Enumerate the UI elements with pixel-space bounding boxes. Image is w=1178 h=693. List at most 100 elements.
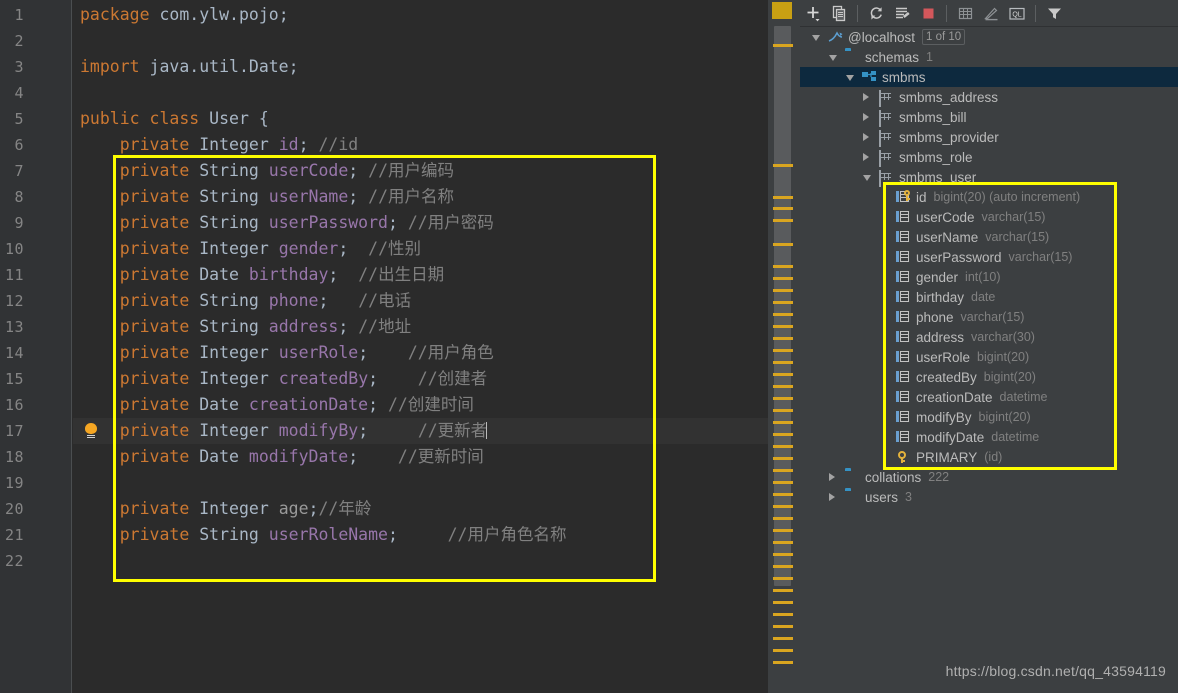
code-line[interactable]: private Integer age;//年龄 xyxy=(80,496,372,522)
warning-marker[interactable] xyxy=(773,637,793,640)
warning-marker[interactable] xyxy=(773,601,793,604)
warning-marker[interactable] xyxy=(773,373,793,376)
tree-column-row[interactable]: creationDate datetime xyxy=(800,387,1178,407)
code-line[interactable]: private Date creationDate; //创建时间 xyxy=(80,392,474,418)
warning-marker[interactable] xyxy=(773,433,793,436)
warning-marker[interactable] xyxy=(773,529,793,532)
code-line[interactable]: private Integer createdBy; //创建者 xyxy=(80,366,487,392)
tree-node-row[interactable]: users 3 xyxy=(800,487,1178,507)
chevron-down-icon[interactable] xyxy=(863,175,871,181)
warning-marker[interactable] xyxy=(773,207,793,210)
warning-marker[interactable] xyxy=(773,589,793,592)
tree-node-row[interactable]: smbms_bill xyxy=(800,107,1178,127)
database-toolbar[interactable]: QL xyxy=(800,0,1178,27)
code-line[interactable]: private Integer modifyBy; //更新者 xyxy=(80,418,488,444)
chevron-right-icon[interactable] xyxy=(829,473,835,481)
warning-marker[interactable] xyxy=(773,337,793,340)
duplicate-icon[interactable] xyxy=(826,0,852,26)
warning-marker[interactable] xyxy=(773,445,793,448)
code-editor[interactable]: 1 2 3 4 5 6 7 8 9 10 11 12 13 14 15 16 17 18 19 20 21 22 pack… xyxy=(0,0,768,693)
warning-marker[interactable] xyxy=(773,565,793,568)
warning-marker[interactable] xyxy=(773,577,793,580)
tree-column-row[interactable]: id bigint(20) (auto increment) xyxy=(800,187,1178,207)
warning-marker[interactable] xyxy=(773,649,793,652)
tree-column-row[interactable]: phone varchar(15) xyxy=(800,307,1178,327)
warning-marker[interactable] xyxy=(773,625,793,628)
code-line[interactable]: public class User { xyxy=(80,106,269,132)
database-tool-window[interactable]: QL @localhost 1 of 10 schemas 1 smbms smbms_a… xyxy=(800,0,1178,693)
warning-marker[interactable] xyxy=(773,541,793,544)
tree-column-row[interactable]: userRole bigint(20) xyxy=(800,347,1178,367)
chevron-right-icon[interactable] xyxy=(829,493,835,501)
tree-node-row[interactable]: schemas 1 xyxy=(800,47,1178,67)
chevron-down-icon[interactable] xyxy=(846,75,854,81)
code-line[interactable]: private String userCode; //用户编码 xyxy=(80,158,454,184)
chevron-right-icon[interactable] xyxy=(863,93,869,101)
code-line[interactable]: private Integer userRole; //用户角色 xyxy=(80,340,494,366)
data-table-icon[interactable] xyxy=(952,0,978,26)
warning-marker[interactable] xyxy=(773,243,793,246)
warning-marker[interactable] xyxy=(773,385,793,388)
code-line[interactable]: private String userPassword; //用户密码 xyxy=(80,210,494,236)
sql-script-icon[interactable] xyxy=(889,0,915,26)
database-tree[interactable]: @localhost 1 of 10 schemas 1 smbms smbms_addr… xyxy=(800,27,1178,693)
warning-marker[interactable] xyxy=(773,661,793,664)
chevron-right-icon[interactable] xyxy=(863,113,869,121)
warning-marker[interactable] xyxy=(773,289,793,292)
tree-column-row[interactable]: userName varchar(15) xyxy=(800,227,1178,247)
code-line[interactable]: private String address; //地址 xyxy=(80,314,411,340)
warning-marker[interactable] xyxy=(773,457,793,460)
chevron-down-icon[interactable] xyxy=(829,55,837,61)
tree-column-row[interactable]: birthday date xyxy=(800,287,1178,307)
code-line[interactable]: private String userName; //用户名称 xyxy=(80,184,454,210)
warning-marker[interactable] xyxy=(773,196,793,199)
code-line[interactable]: private Integer id; //id xyxy=(80,132,358,158)
warning-marker[interactable] xyxy=(773,277,793,280)
tree-column-row[interactable]: userCode varchar(15) xyxy=(800,207,1178,227)
warning-marker[interactable] xyxy=(773,553,793,556)
warning-marker[interactable] xyxy=(773,421,793,424)
tree-column-row[interactable]: createdBy bigint(20) xyxy=(800,367,1178,387)
warning-marker[interactable] xyxy=(773,469,793,472)
chevron-right-icon[interactable] xyxy=(863,153,869,161)
warning-marker[interactable] xyxy=(773,481,793,484)
warning-marker[interactable] xyxy=(773,44,793,47)
code-line[interactable]: private String userRoleName; //用户角色名称 xyxy=(80,522,567,548)
chevron-right-icon[interactable] xyxy=(863,133,869,141)
code-line[interactable]: import java.util.Date; xyxy=(80,54,299,80)
inspection-status-marker[interactable] xyxy=(772,2,792,19)
warning-marker[interactable] xyxy=(773,517,793,520)
code-text-area[interactable]: package com.ylw.pojo; import java.util.Da… xyxy=(72,0,768,693)
tree-column-row[interactable]: modifyDate datetime xyxy=(800,427,1178,447)
tree-node-row[interactable]: smbms_provider xyxy=(800,127,1178,147)
scrollbar-thumb[interactable] xyxy=(774,26,791,586)
lightbulb-icon[interactable] xyxy=(84,423,98,439)
warning-marker[interactable] xyxy=(773,361,793,364)
warning-marker[interactable] xyxy=(773,164,793,167)
warning-marker[interactable] xyxy=(773,493,793,496)
refresh-icon[interactable] xyxy=(863,0,889,26)
tree-node-row[interactable]: smbms_user xyxy=(800,167,1178,187)
tree-node-row[interactable]: collations 222 xyxy=(800,467,1178,487)
editor-gutter[interactable]: 1 2 3 4 5 6 7 8 9 10 11 12 13 14 15 16 17 18 19 20 21 22 xyxy=(0,0,72,693)
warning-marker[interactable] xyxy=(773,613,793,616)
warning-marker[interactable] xyxy=(773,349,793,352)
edit-icon[interactable] xyxy=(978,0,1004,26)
add-icon[interactable] xyxy=(800,0,826,26)
warning-marker[interactable] xyxy=(773,313,793,316)
stop-icon[interactable] xyxy=(915,0,941,26)
filter-icon[interactable] xyxy=(1041,0,1067,26)
tree-node-row[interactable]: smbms_role xyxy=(800,147,1178,167)
code-line[interactable]: package com.ylw.pojo; xyxy=(80,2,289,28)
warning-marker[interactable] xyxy=(773,265,793,268)
tree-column-row[interactable]: gender int(10) xyxy=(800,267,1178,287)
tree-column-row[interactable]: modifyBy bigint(20) xyxy=(800,407,1178,427)
code-line[interactable]: private Date modifyDate; //更新时间 xyxy=(80,444,484,470)
tree-node-row[interactable]: smbms xyxy=(800,67,1178,87)
warning-marker[interactable] xyxy=(773,505,793,508)
chevron-down-icon[interactable] xyxy=(812,35,820,41)
warning-marker[interactable] xyxy=(773,325,793,328)
tree-column-row[interactable]: address varchar(30) xyxy=(800,327,1178,347)
code-line[interactable]: private Date birthday; //出生日期 xyxy=(80,262,444,288)
code-line[interactable]: private String phone; //电话 xyxy=(80,288,411,314)
